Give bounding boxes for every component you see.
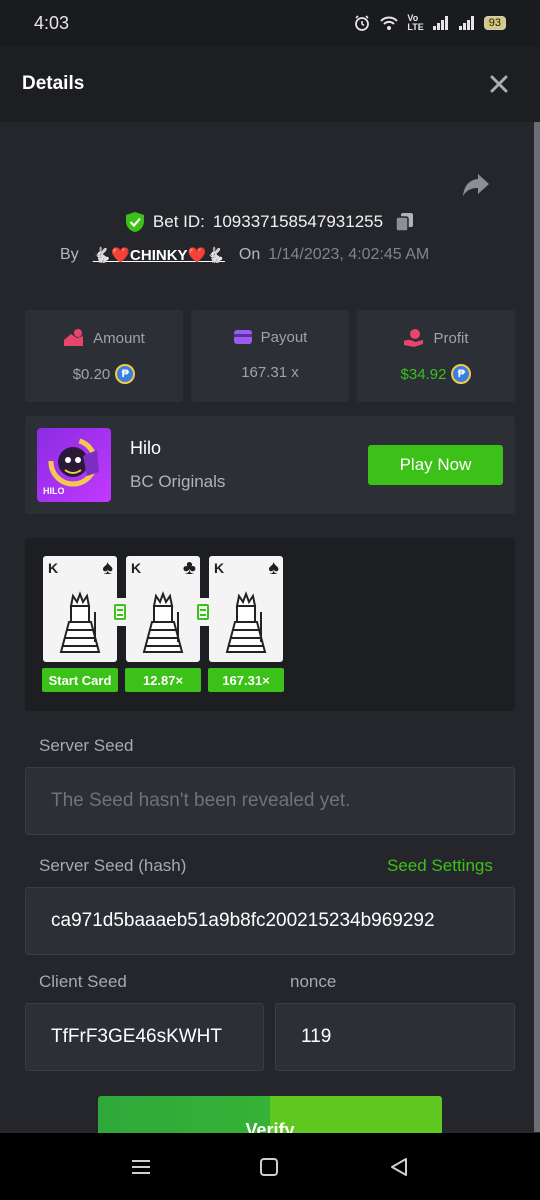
playing-card-2: K ♣ [126, 556, 200, 662]
profit-hand-icon [404, 329, 424, 347]
card-suit: ♠ [268, 557, 279, 579]
server-hash-label: Server Seed (hash) [39, 856, 187, 875]
hilo-game-thumbnail[interactable]: HILO [37, 428, 111, 502]
bet-id-value: 109337158547931255 [212, 212, 384, 231]
card-suit: ♠ [102, 557, 113, 579]
bet-author-row: By 🐇❤️CHINKY❤️🐇 On 1/14/2023, 4:02:45 AM [60, 242, 429, 268]
payout-label: Payout [260, 328, 308, 346]
game-name: Hilo [130, 438, 162, 458]
amount-icon [64, 329, 84, 346]
game-card: HILO Hilo BC Originals Play Now [25, 416, 515, 514]
home-square-icon [260, 1158, 278, 1176]
hilo-cards-panel: K ♠ K ♣ K ♠ Start Card 12.87× 167.31× [25, 538, 515, 711]
payout-value-row: 167.31 x [191, 364, 349, 381]
profit-value-row: $34.92 ₱ [357, 364, 515, 384]
volte-icon: Vo LTE [407, 13, 424, 32]
card-rank: K [214, 560, 225, 576]
nonce-label: nonce [290, 972, 337, 991]
start-card-badge: Start Card [42, 668, 118, 692]
client-seed-label: Client Seed [39, 972, 127, 991]
menu-icon [132, 1160, 150, 1174]
profit-label: Profit [433, 329, 469, 347]
playing-card-3: K ♠ [209, 556, 283, 662]
hilo-thumb-text: HILO [43, 486, 65, 496]
profit-header: Profit [357, 328, 515, 348]
card-suit: ♣ [182, 557, 196, 579]
server-seed-placeholder: The Seed hasn't been revealed yet. [51, 790, 351, 811]
status-icons: Vo LTE 93 [353, 14, 506, 32]
wifi-icon [380, 16, 399, 30]
profit-card: Profit $34.92 ₱ [357, 310, 515, 402]
seed-settings-link[interactable]: Seed Settings [387, 856, 493, 876]
battery-icon: 93 [483, 16, 506, 30]
amount-card: Amount $0.20 ₱ [25, 310, 183, 402]
server-seed-label: Server Seed [39, 736, 134, 755]
payout-header: Payout [191, 328, 349, 346]
bet-date: 1/14/2023, 4:02:45 AM [268, 246, 430, 263]
scrollbar-thumb[interactable] [534, 122, 540, 1132]
home-button[interactable] [254, 1153, 284, 1181]
username-link[interactable]: 🐇❤️CHINKY❤️🐇 [93, 246, 225, 264]
on-label: On [238, 246, 261, 263]
amount-header: Amount [25, 328, 183, 348]
share-icon [463, 174, 489, 196]
back-triangle-icon [391, 1158, 407, 1176]
bet-id-row: Bet ID: 109337158547931255 [0, 208, 540, 236]
profit-value: $34.92 [400, 365, 447, 383]
game-provider: BC Originals [130, 472, 226, 491]
king-figure-icon [59, 591, 101, 653]
payout-value: 167.31 x [241, 364, 299, 381]
status-bar: 4:03 Vo LTE 93 [0, 0, 540, 46]
signal-icon-1 [432, 16, 448, 30]
amount-label: Amount [93, 329, 145, 347]
server-hash-value: ca971d5baaaeb51a9b8fc200215234b969292 [51, 910, 435, 931]
multiplier-badge: 12.87× [125, 668, 201, 692]
server-hash-field[interactable]: ca971d5baaaeb51a9b8fc200215234b969292 [25, 887, 515, 955]
page-title: Details [22, 73, 85, 94]
server-seed-field[interactable]: The Seed hasn't been revealed yet. [25, 767, 515, 835]
client-seed-value: TfFrF3GE46sKWHT [51, 1026, 223, 1047]
recents-button[interactable] [126, 1153, 156, 1181]
card-rank: K [131, 560, 142, 576]
alarm-icon [355, 15, 370, 31]
by-label: By [60, 246, 79, 263]
close-button[interactable] [484, 69, 514, 99]
nonce-field[interactable]: 119 [275, 1003, 515, 1071]
verified-shield-icon [125, 212, 144, 232]
card-rank: K [48, 560, 59, 576]
coin-icon: ₱ [451, 364, 472, 384]
payout-card: Payout 167.31 x [191, 310, 349, 402]
king-figure-icon [225, 591, 267, 653]
back-button[interactable] [384, 1153, 414, 1181]
amount-value-row: $0.20 ₱ [25, 364, 183, 384]
coin-icon: ₱ [115, 364, 136, 384]
close-icon [490, 75, 508, 93]
android-nav-bar [0, 1133, 540, 1200]
play-now-button[interactable]: Play Now [368, 445, 503, 485]
signal-icon-2 [458, 16, 474, 30]
share-button[interactable] [462, 172, 490, 198]
multiplier-badge: 167.31× [208, 668, 284, 692]
amount-value: $0.20 [72, 365, 111, 383]
nonce-value: 119 [301, 1026, 332, 1047]
playing-card-1: K ♠ [43, 556, 117, 662]
wallet-icon [233, 330, 252, 344]
scrollbar-track[interactable] [534, 122, 540, 1132]
bet-id-label: Bet ID: [152, 212, 205, 231]
status-time: 4:03 [34, 12, 70, 33]
copy-icon[interactable] [395, 212, 415, 232]
details-header: Details [0, 46, 540, 122]
client-seed-field[interactable]: TfFrF3GE46sKWHT [25, 1003, 264, 1071]
king-figure-icon [142, 591, 184, 653]
